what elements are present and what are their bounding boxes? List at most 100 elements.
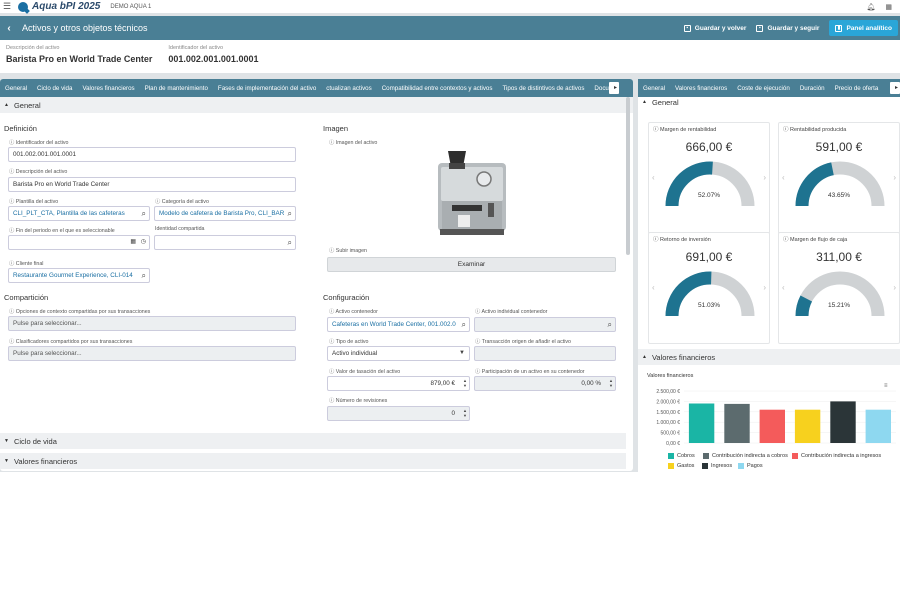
left-tab-1[interactable]: Ciclo de vida xyxy=(32,85,77,92)
search-icon[interactable]: ⌕ xyxy=(462,318,466,331)
prev-arrow-icon[interactable]: ‹ xyxy=(782,173,785,182)
legend-item[interactable]: Contribución indirecta a ingresos xyxy=(792,453,881,459)
classifiers-select[interactable]: Pulse para seleccionar... xyxy=(8,346,296,361)
description-field[interactable]: Barista Pro en World Trade Center xyxy=(8,177,296,192)
environment-label: DEMO AQUA 1 xyxy=(110,3,152,10)
y-tick-label: 2.000,00 € xyxy=(656,399,680,405)
template-field[interactable]: CLI_PLT_CTA, Plantilla de las cafeteras ⌕ xyxy=(8,206,150,221)
asset-type-select[interactable]: Activo individual ▼ xyxy=(327,346,470,361)
legend-item[interactable]: Ingresos xyxy=(702,463,732,469)
stepper-icon[interactable]: ▲ ▼ xyxy=(463,408,467,418)
categoria-label: ⓘ Categoría del activo xyxy=(155,199,209,205)
legend-item[interactable]: Cobros xyxy=(668,453,695,459)
left-tab-3[interactable]: Plan de mantenimiento xyxy=(140,85,213,92)
legend-item[interactable]: Contribución indirecta a cobros xyxy=(703,453,788,459)
plantilla-label: ⓘ Plantilla del activo xyxy=(9,199,59,205)
left-tab-6[interactable]: Compatibilidad entre contextos y activos xyxy=(377,85,498,92)
stepper-icon[interactable]: ▲ ▼ xyxy=(463,378,467,388)
legend-item[interactable]: Gastos xyxy=(668,463,694,469)
expand-icon: ▼ xyxy=(4,458,9,464)
right-tabs: General Valores financieros Coste de ejecu… xyxy=(638,79,900,97)
search-icon[interactable]: ⌕ xyxy=(288,207,292,220)
gauge-track xyxy=(795,271,885,317)
y-tick-label: 0,00 € xyxy=(666,441,680,447)
shared-identity-field[interactable]: ⌕ xyxy=(154,235,296,250)
save-back-button[interactable]: ▪ Guardar y volver xyxy=(683,24,746,32)
hamburger-menu-icon[interactable]: ☰ xyxy=(0,1,14,12)
legend-swatch xyxy=(738,463,744,469)
prev-arrow-icon[interactable]: ‹ xyxy=(652,173,655,182)
section-general-header[interactable]: ▲ General xyxy=(0,97,633,113)
right-tab-4[interactable]: Precio de oferta xyxy=(830,85,884,92)
search-icon[interactable]: ⌕ xyxy=(142,269,146,282)
container-asset-field[interactable]: Cafeteras en World Trade Center, 001.002… xyxy=(327,317,470,332)
right-tab-1[interactable]: Valores financieros xyxy=(670,85,732,92)
kpi-value: 666,00 € xyxy=(685,140,733,154)
calendar-icon[interactable]: ▦ xyxy=(130,236,136,249)
next-arrow-icon[interactable]: › xyxy=(893,283,896,292)
individual-container-field[interactable]: ⌕ xyxy=(474,317,616,332)
search-icon[interactable]: ⌕ xyxy=(142,207,146,220)
right-tab-0[interactable]: General xyxy=(638,85,670,92)
browse-button[interactable]: Examinar xyxy=(327,257,616,272)
section-valores-header[interactable]: ▼ Valores financieros xyxy=(0,453,626,469)
search-icon[interactable]: ⌕ xyxy=(608,318,612,331)
analytics-panel-button[interactable]: ▮ Panel analítico xyxy=(829,20,898,36)
right-tab-2[interactable]: Coste de ejecución xyxy=(732,85,795,92)
bell-icon[interactable]: 🔔︎ xyxy=(866,3,875,11)
clock-icon[interactable]: ◷ xyxy=(141,236,146,249)
bar-2 xyxy=(759,409,785,443)
search-icon[interactable]: ⌕ xyxy=(288,236,292,249)
left-tab-2[interactable]: Valores financieros xyxy=(77,85,139,92)
appraisal-value-field[interactable]: 879,00 € ▲ ▼ xyxy=(327,376,470,391)
participation-field[interactable]: 0,00 % ▲ ▼ xyxy=(474,376,616,391)
id-field[interactable]: 001.002.001.001.0001 xyxy=(8,147,296,162)
context-options-select[interactable]: Pulse para seleccionar... xyxy=(8,316,296,331)
back-arrow-icon[interactable]: ‹ xyxy=(0,23,18,34)
left-tab-4[interactable]: Fases de implementación del activo xyxy=(213,85,321,92)
kpi-general-header[interactable]: ▲ General xyxy=(638,97,900,107)
left-tab-5[interactable]: ctualizan activos xyxy=(321,85,376,92)
imagen-label: ⓘ Imagen del activo xyxy=(329,140,378,146)
kpi-value: 691,00 € xyxy=(685,250,733,264)
gauge-fill xyxy=(795,162,835,207)
revisions-field[interactable]: 0 ▲ ▼ xyxy=(327,406,470,421)
next-arrow-icon[interactable]: › xyxy=(763,283,766,292)
left-tab-7[interactable]: Tipos de distintivos de activos xyxy=(497,85,589,92)
left-tab-0[interactable]: General xyxy=(0,85,32,92)
category-field[interactable]: Modelo de cafetera de Barista Pro, CLI_B… xyxy=(154,206,296,221)
left-tabs: General Ciclo de vida Valores financieros P… xyxy=(0,79,633,97)
tabs-scroll-right-icon[interactable]: ▸ xyxy=(890,82,900,94)
kpi-label: ⓘ Rentabilidad producida xyxy=(783,127,847,133)
end-client-field[interactable]: Restaurante Gourmet Experience, CLI-014 ⌕ xyxy=(8,268,150,283)
legend-label: Contribución indirecta a cobros xyxy=(712,453,788,459)
prev-arrow-icon[interactable]: ‹ xyxy=(782,283,785,292)
financial-section-header[interactable]: ▲ Valores financieros xyxy=(638,349,900,365)
stepper-icon[interactable]: ▲ ▼ xyxy=(609,378,613,388)
asset-info-bar: Descripción del activo Barista Pro en Wor… xyxy=(0,40,900,73)
end-period-field[interactable]: ▦ ◷ xyxy=(8,235,150,250)
participation-value: 0,00 % xyxy=(581,380,601,387)
bar-3 xyxy=(794,409,821,443)
template-value: CLI_PLT_CTA, Plantilla de las cafeteras xyxy=(13,210,125,217)
grid-menu-icon[interactable]: ▦ xyxy=(885,3,892,11)
collapse-icon: ▲ xyxy=(642,99,647,105)
fin-label: ⓘ Fin del periodo en el que es seleccion… xyxy=(9,228,115,234)
right-tab-3[interactable]: Duración xyxy=(795,85,830,92)
brand-logo[interactable]: Aqua bPI 2025 xyxy=(18,1,100,12)
form-scrollbar[interactable] xyxy=(626,97,630,255)
save-continue-button[interactable]: ▪ Guardar y seguir xyxy=(756,24,819,32)
collapse-icon: ▲ xyxy=(4,102,9,108)
expand-icon: ▼ xyxy=(4,438,9,444)
section-ciclo-header[interactable]: ▼ Ciclo de vida xyxy=(0,433,626,449)
origin-transaction-field[interactable] xyxy=(474,346,616,361)
kpi-percent: 15.21% xyxy=(827,302,851,309)
cliente-label-text: Cliente final xyxy=(15,261,44,267)
next-arrow-icon[interactable]: › xyxy=(893,173,896,182)
next-arrow-icon[interactable]: › xyxy=(763,173,766,182)
prev-arrow-icon[interactable]: ‹ xyxy=(652,283,655,292)
kpi-percent: 51.03% xyxy=(697,302,721,309)
section-ciclo-title: Ciclo de vida xyxy=(13,436,57,446)
tabs-scroll-right-icon[interactable]: ▸ xyxy=(609,82,619,94)
legend-item[interactable]: Pagos xyxy=(738,463,763,469)
